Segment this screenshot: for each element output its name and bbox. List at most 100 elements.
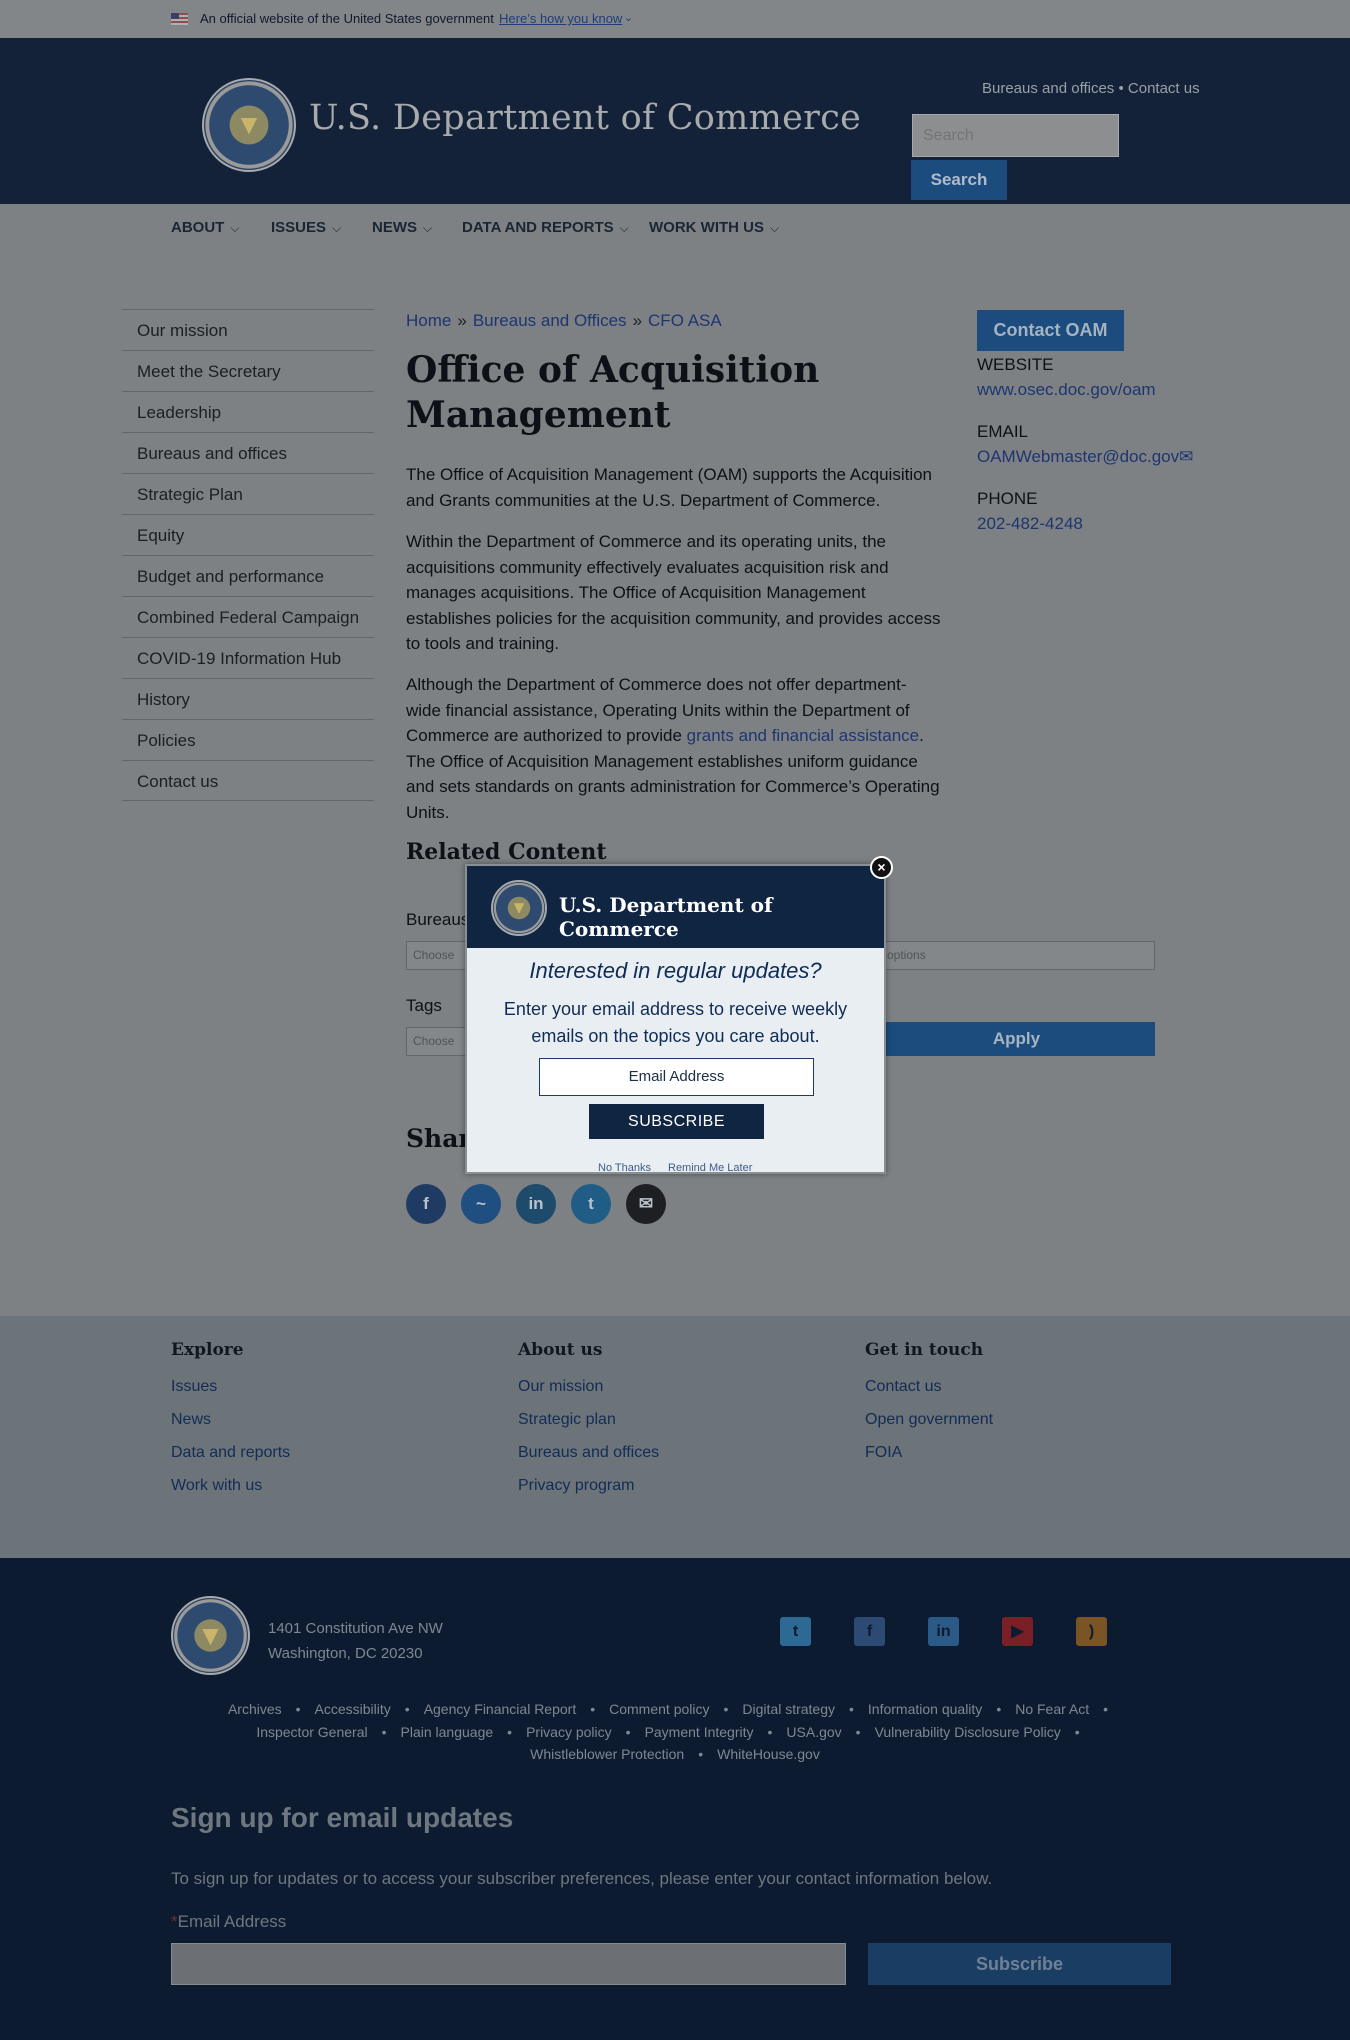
legal-link-vdp[interactable]: Vulnerability Disclosure Policy [875, 1724, 1061, 1740]
sidebar-item-budget-and-performance[interactable]: Budget and performance [122, 555, 374, 596]
facebook-icon[interactable]: f [854, 1617, 885, 1646]
select-placeholder: Choose [413, 948, 455, 962]
signup-email-field[interactable] [171, 1943, 846, 1985]
sidebar-item-contact-us[interactable]: Contact us [122, 760, 374, 801]
separator-dot: • [849, 1701, 854, 1717]
legal-link-information-quality[interactable]: Information quality [868, 1701, 982, 1717]
legal-link-afr[interactable]: Agency Financial Report [424, 1701, 577, 1717]
modal-close-icon[interactable]: × [870, 856, 893, 879]
tags-filter-label: Tags [406, 996, 442, 1015]
site-header: ▼ U.S. Department of Commerce Bureaus an… [0, 38, 1350, 204]
nav-issues[interactable]: ISSUES ⌵ [271, 219, 341, 236]
subscribe-modal: ▼ U.S. Department of Commerce Interested… [465, 864, 886, 1174]
footer-link-privacy-program[interactable]: Privacy program [518, 1477, 659, 1495]
modal-subscribe-button[interactable]: SUBSCRIBE [589, 1104, 764, 1139]
breadcrumb-home[interactable]: Home [406, 311, 451, 330]
breadcrumb-bureaus[interactable]: Bureaus and Offices [473, 311, 627, 330]
contact-us-link[interactable]: Contact us [1128, 80, 1200, 97]
legal-link-no-fear-act[interactable]: No Fear Act [1015, 1701, 1089, 1717]
footer-link-bureaus-offices[interactable]: Bureaus and offices [518, 1444, 659, 1462]
sidebar-item-meet-the-secretary[interactable]: Meet the Secretary [122, 350, 374, 391]
remind-later-link[interactable]: Remind Me Later [668, 1162, 752, 1174]
legal-link-accessibility[interactable]: Accessibility [315, 1701, 391, 1717]
legal-link-archives[interactable]: Archives [228, 1701, 282, 1717]
footer-link-work-with-us[interactable]: Work with us [171, 1477, 290, 1495]
youtube-icon[interactable]: ▶ [1002, 1617, 1033, 1646]
legal-link-privacy-policy[interactable]: Privacy policy [526, 1724, 612, 1740]
sidebar-item-leadership[interactable]: Leadership [122, 391, 374, 432]
grants-link[interactable]: grants and financial assistance [687, 726, 919, 745]
doc-seal-logo[interactable]: ▼ [171, 1596, 250, 1675]
modal-title: U.S. Department of Commerce [559, 893, 773, 941]
rss-icon[interactable]: ) [1076, 1617, 1107, 1646]
email-share-icon[interactable]: ✉ [626, 1184, 666, 1224]
footer-link-strategic-plan[interactable]: Strategic plan [518, 1411, 659, 1429]
signup-subscribe-button[interactable]: Subscribe [868, 1943, 1171, 1985]
how-you-know-link[interactable]: Here’s how you know [499, 11, 622, 26]
eagle-icon: ▼ [510, 897, 528, 918]
footer-col-contact: Get in touch Contact us Open government … [865, 1340, 993, 1477]
modal-header: ▼ U.S. Department of Commerce [467, 866, 884, 948]
share-heading: Shar [406, 1124, 472, 1153]
phone-link[interactable]: 202-482-4248 [977, 514, 1083, 534]
footer-link-open-government[interactable]: Open government [865, 1411, 993, 1429]
messenger-share-icon[interactable]: ~ [461, 1184, 501, 1224]
intro-paragraph: The Office of Acquisition Management (OA… [406, 465, 933, 510]
modal-email-input[interactable]: Email Address [539, 1058, 814, 1096]
email-link[interactable]: OAMWebmaster@doc.gov✉ [977, 447, 1193, 467]
twitter-icon[interactable]: t [780, 1617, 811, 1646]
eagle-icon: ▼ [235, 109, 263, 140]
linkedin-icon[interactable]: in [928, 1617, 959, 1646]
site-title[interactable]: U.S. Department of Commerce [309, 98, 861, 138]
separator-dot: • [1103, 1701, 1109, 1717]
nav-about[interactable]: ABOUT ⌵ [171, 219, 239, 236]
sidebar-item-bureaus-and-offices[interactable]: Bureaus and offices [122, 432, 374, 473]
nav-data-and-reports[interactable]: DATA AND REPORTS ⌵ [462, 219, 629, 236]
facebook-share-icon[interactable]: f [406, 1184, 446, 1224]
sidebar-item-equity[interactable]: Equity [122, 514, 374, 555]
legal-link-comment-policy[interactable]: Comment policy [609, 1701, 709, 1717]
breadcrumb-current[interactable]: CFO ASA [648, 311, 722, 330]
footer-link-data-reports[interactable]: Data and reports [171, 1444, 290, 1462]
apply-button[interactable]: Apply [878, 1022, 1155, 1056]
address-line: 1401 Constitution Ave NW [268, 1620, 443, 1637]
bureaus-offices-link[interactable]: Bureaus and offices [982, 80, 1114, 97]
footer-col-title: Explore [171, 1340, 244, 1360]
nav-label: NEWS [372, 219, 417, 236]
footer-links-section: Explore Issues News Data and reports Wor… [0, 1316, 1350, 1558]
separator-dot: • [698, 1746, 704, 1762]
legal-link-payment-integrity[interactable]: Payment Integrity [645, 1724, 754, 1740]
contact-oam-button[interactable]: Contact OAM [977, 310, 1124, 351]
nav-label: ISSUES [271, 219, 327, 236]
legal-row: Inspector General • Plain language • Privacy… [170, 1721, 1180, 1744]
sidebar-item-history[interactable]: History [122, 678, 374, 719]
legal-link-whistleblower[interactable]: Whistleblower Protection [530, 1746, 684, 1762]
sidebar-item-our-mission[interactable]: Our mission [122, 309, 374, 350]
footer-link-news[interactable]: News [171, 1411, 290, 1429]
legal-link-plain-language[interactable]: Plain language [401, 1724, 494, 1740]
legal-link-inspector-general[interactable]: Inspector General [256, 1724, 367, 1740]
sidebar-item-policies[interactable]: Policies [122, 719, 374, 760]
website-link[interactable]: www.osec.doc.gov/oam [977, 380, 1156, 400]
legal-link-usa-gov[interactable]: USA.gov [786, 1724, 841, 1740]
footer-link-contact-us[interactable]: Contact us [865, 1378, 993, 1396]
nav-news[interactable]: NEWS ⌵ [372, 219, 432, 236]
chevron-down-icon: ⌵ [230, 221, 240, 235]
search-input[interactable] [912, 114, 1119, 157]
sidebar-item-combined-federal-campaign[interactable]: Combined Federal Campaign [122, 596, 374, 637]
nav-work-with-us[interactable]: WORK WITH US ⌵ [649, 219, 779, 236]
no-thanks-link[interactable]: No Thanks [598, 1162, 651, 1174]
twitter-share-icon[interactable]: t [571, 1184, 611, 1224]
legal-link-whitehouse[interactable]: WhiteHouse.gov [717, 1746, 820, 1762]
sidebar-item-covid-19-hub[interactable]: COVID-19 Information Hub [122, 637, 374, 678]
sidebar-item-strategic-plan[interactable]: Strategic Plan [122, 473, 374, 514]
linkedin-share-icon[interactable]: in [516, 1184, 556, 1224]
legal-link-digital-strategy[interactable]: Digital strategy [742, 1701, 835, 1717]
chevron-down-icon[interactable]: ⌄ [624, 11, 633, 24]
separator-dot: • [295, 1701, 301, 1717]
footer-link-foia[interactable]: FOIA [865, 1444, 993, 1462]
doc-seal-logo[interactable]: ▼ [202, 78, 296, 172]
footer-link-our-mission[interactable]: Our mission [518, 1378, 659, 1396]
search-button[interactable]: Search [911, 160, 1007, 200]
footer-link-issues[interactable]: Issues [171, 1378, 290, 1396]
